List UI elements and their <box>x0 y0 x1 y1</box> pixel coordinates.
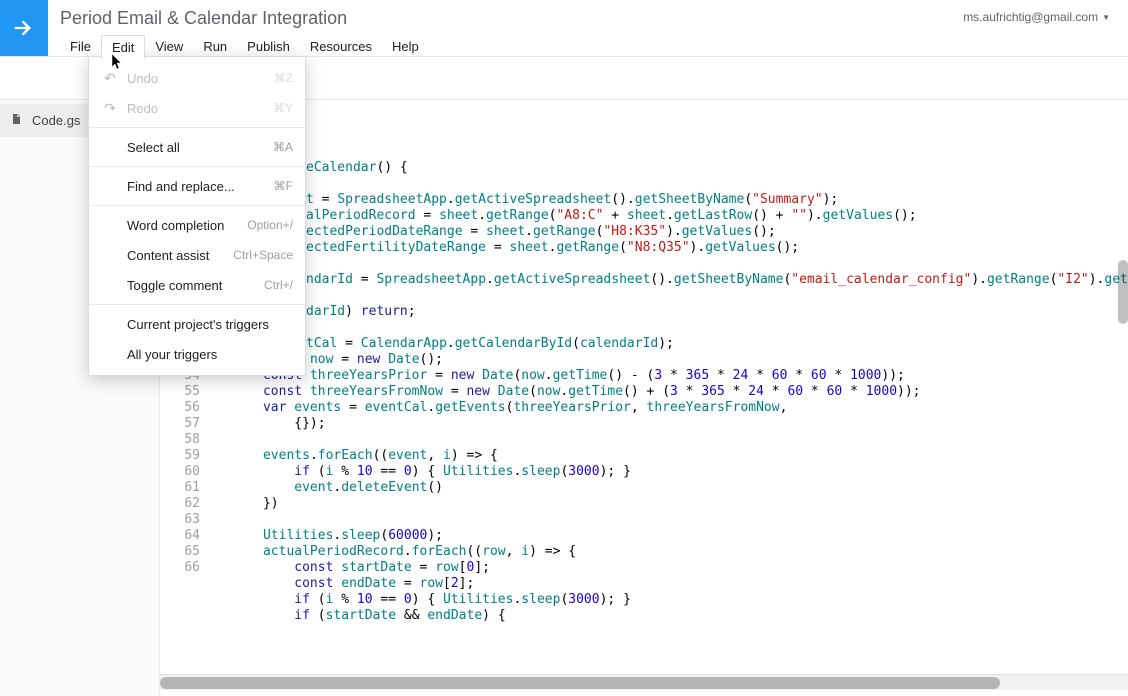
menu-item-undo[interactable]: ↶ Undo ⌘Z <box>89 63 305 93</box>
redo-icon: ↷ <box>101 100 119 117</box>
menu-item-select-all[interactable]: Select all ⌘A <box>89 132 305 162</box>
menu-item-find-replace[interactable]: Find and replace... ⌘F <box>89 171 305 201</box>
account-menu[interactable]: ms.aufrichtig@gmail.com ▼ <box>963 0 1128 24</box>
file-icon <box>10 112 24 129</box>
horizontal-scrollbar-track[interactable] <box>160 674 1128 690</box>
account-email: ms.aufrichtig@gmail.com <box>963 10 1098 24</box>
menu-item-redo[interactable]: ↷ Redo ⌘Y <box>89 93 305 123</box>
chevron-down-icon: ▼ <box>1102 13 1110 22</box>
menu-edit[interactable]: Edit <box>101 35 145 59</box>
menu-item-all-triggers[interactable]: All your triggers <box>89 339 305 369</box>
code-body[interactable]: eCalendar() {t = SpreadsheetApp.getActiv… <box>208 100 1128 674</box>
menu-item-current-triggers[interactable]: Current project's triggers <box>89 309 305 339</box>
project-title[interactable]: Period Email & Calendar Integration <box>60 8 963 29</box>
app-logo[interactable] <box>0 0 48 56</box>
undo-icon: ↶ <box>101 70 119 87</box>
menu-item-content-assist[interactable]: Content assist Ctrl+Space <box>89 240 305 270</box>
header-row: Period Email & Calendar Integration File… <box>0 0 1128 56</box>
title-block: Period Email & Calendar Integration File… <box>48 0 963 59</box>
sidebar-file-label: Code.gs <box>32 113 80 128</box>
horizontal-scrollbar-thumb[interactable] <box>160 677 1000 689</box>
menu-item-toggle-comment[interactable]: Toggle comment Ctrl+/ <box>89 270 305 300</box>
menu-item-word-completion[interactable]: Word completion Option+/ <box>89 210 305 240</box>
edit-dropdown-menu: ↶ Undo ⌘Z ↷ Redo ⌘Y Select all ⌘A Find a… <box>88 56 306 376</box>
arrow-right-icon <box>10 14 38 42</box>
vertical-scrollbar[interactable] <box>1118 260 1128 324</box>
